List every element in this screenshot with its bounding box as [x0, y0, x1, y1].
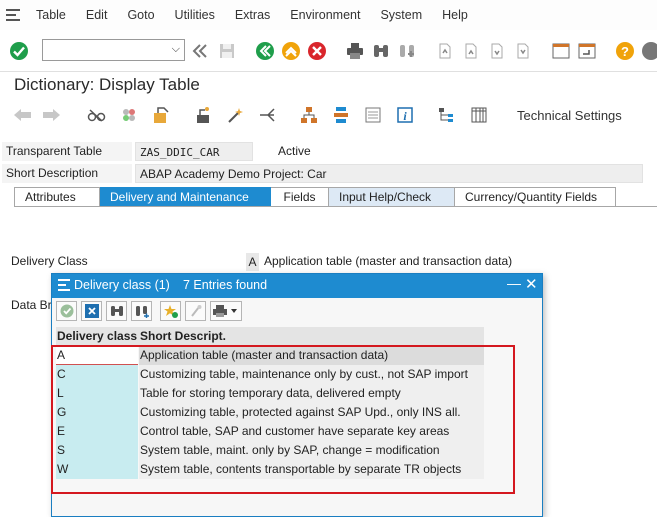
menu-help[interactable]: Help	[432, 0, 478, 30]
delivery-class-label: Delivery Class	[11, 254, 88, 268]
popup-find-icon[interactable]	[106, 301, 127, 321]
hierarchy-icon[interactable]	[436, 104, 458, 126]
menu-environment[interactable]: Environment	[280, 0, 370, 30]
navigation-window-icon[interactable]	[330, 104, 352, 126]
tab-delivery-and-maintenance[interactable]: Delivery and Maintenance	[100, 187, 271, 207]
table-name-field: ZAS_DDIC_CAR	[135, 142, 253, 161]
menu-goto[interactable]: Goto	[117, 0, 164, 30]
short-description-field: ABAP Academy Demo Project: Car	[135, 164, 643, 183]
tab-input-help-check[interactable]: Input Help/Check	[329, 187, 455, 207]
popup-menu-icon[interactable]	[58, 279, 70, 294]
menu-icon[interactable]	[0, 0, 26, 30]
save-icon[interactable]	[216, 40, 238, 62]
popup-settings-icon[interactable]	[185, 301, 206, 321]
page-title: Dictionary: Display Table	[14, 75, 200, 94]
find-icon[interactable]	[370, 40, 392, 62]
menu-edit[interactable]: Edit	[76, 0, 118, 30]
tab-attributes[interactable]: Attributes	[14, 187, 100, 207]
command-field[interactable]: ⌵	[42, 39, 185, 61]
check-icon[interactable]	[192, 104, 214, 126]
tab-currency-quantity-fields[interactable]: Currency/Quantity Fields	[455, 187, 616, 207]
create-session-icon[interactable]	[550, 40, 572, 62]
menu-table[interactable]: Table	[26, 0, 76, 30]
other-object-icon[interactable]	[150, 104, 172, 126]
active-inactive-icon[interactable]	[118, 104, 140, 126]
popup-entries-count: 7 Entries found	[183, 278, 268, 292]
collapse-command-icon[interactable]	[189, 40, 211, 62]
column-header-text[interactable]: Short Descript.	[139, 327, 484, 345]
activate-icon[interactable]	[224, 104, 246, 126]
tab-divider	[14, 206, 657, 207]
first-page-icon[interactable]	[434, 40, 456, 62]
find-next-icon[interactable]	[396, 40, 418, 62]
enter-check-icon[interactable]	[8, 40, 30, 62]
table-contents-icon[interactable]	[468, 104, 490, 126]
cancel-icon[interactable]	[306, 40, 328, 62]
status-text: Active	[278, 144, 311, 158]
next-page-icon[interactable]	[486, 40, 508, 62]
last-page-icon[interactable]	[512, 40, 534, 62]
popup-cancel-icon[interactable]	[81, 301, 102, 321]
help-icon[interactable]: ?	[614, 40, 636, 62]
menu-bar: Table Edit Goto Utilities Extras Environ…	[0, 0, 657, 30]
delivery-class-input[interactable]: A	[246, 253, 259, 271]
tab-fields[interactable]: Fields	[271, 187, 329, 207]
column-header-code[interactable]: Delivery class	[56, 327, 139, 345]
popup-title: Delivery class (1)	[74, 278, 170, 292]
chevron-down-icon[interactable]: ⌵	[172, 43, 180, 56]
popup-titlebar: Delivery class (1) 7 Entries found — ✕	[52, 274, 542, 298]
shortcut-icon[interactable]	[576, 40, 598, 62]
popup-favorites-icon[interactable]	[160, 301, 181, 321]
technical-settings-button[interactable]: Technical Settings	[517, 108, 622, 123]
popup-toolbar	[52, 301, 542, 323]
tab-strip: Attributes Delivery and Maintenance Fiel…	[14, 187, 616, 207]
back-icon[interactable]	[254, 40, 276, 62]
minimize-icon[interactable]: —	[507, 275, 521, 291]
display-change-icon[interactable]	[86, 104, 108, 126]
where-used-icon[interactable]	[256, 104, 278, 126]
object-list-icon[interactable]	[298, 104, 320, 126]
exit-icon[interactable]	[280, 40, 302, 62]
information-icon[interactable]: i	[394, 104, 416, 126]
arrow-right-icon[interactable]	[40, 104, 62, 126]
popup-print-icon[interactable]	[210, 301, 242, 321]
display-object-icon[interactable]	[362, 104, 384, 126]
data-browser-label: Data Br	[11, 298, 52, 312]
arrow-left-icon[interactable]	[12, 104, 34, 126]
popup-find-next-icon[interactable]	[131, 301, 152, 321]
svg-text:?: ?	[621, 44, 629, 59]
standard-toolbar: ⌵ ?	[0, 30, 657, 72]
delivery-class-description: Application table (master and transactio…	[264, 254, 513, 268]
highlight-box	[51, 345, 515, 494]
previous-page-icon[interactable]	[460, 40, 482, 62]
short-description-label: Short Description	[2, 164, 132, 183]
popup-ok-icon[interactable]	[56, 301, 77, 321]
transparent-table-label: Transparent Table	[2, 142, 132, 161]
menu-system[interactable]: System	[370, 0, 432, 30]
menu-utilities[interactable]: Utilities	[165, 0, 225, 30]
customize-icon[interactable]	[640, 40, 657, 62]
menu-extras[interactable]: Extras	[225, 0, 280, 30]
close-icon[interactable]: ✕	[525, 275, 538, 293]
print-icon[interactable]	[344, 40, 366, 62]
